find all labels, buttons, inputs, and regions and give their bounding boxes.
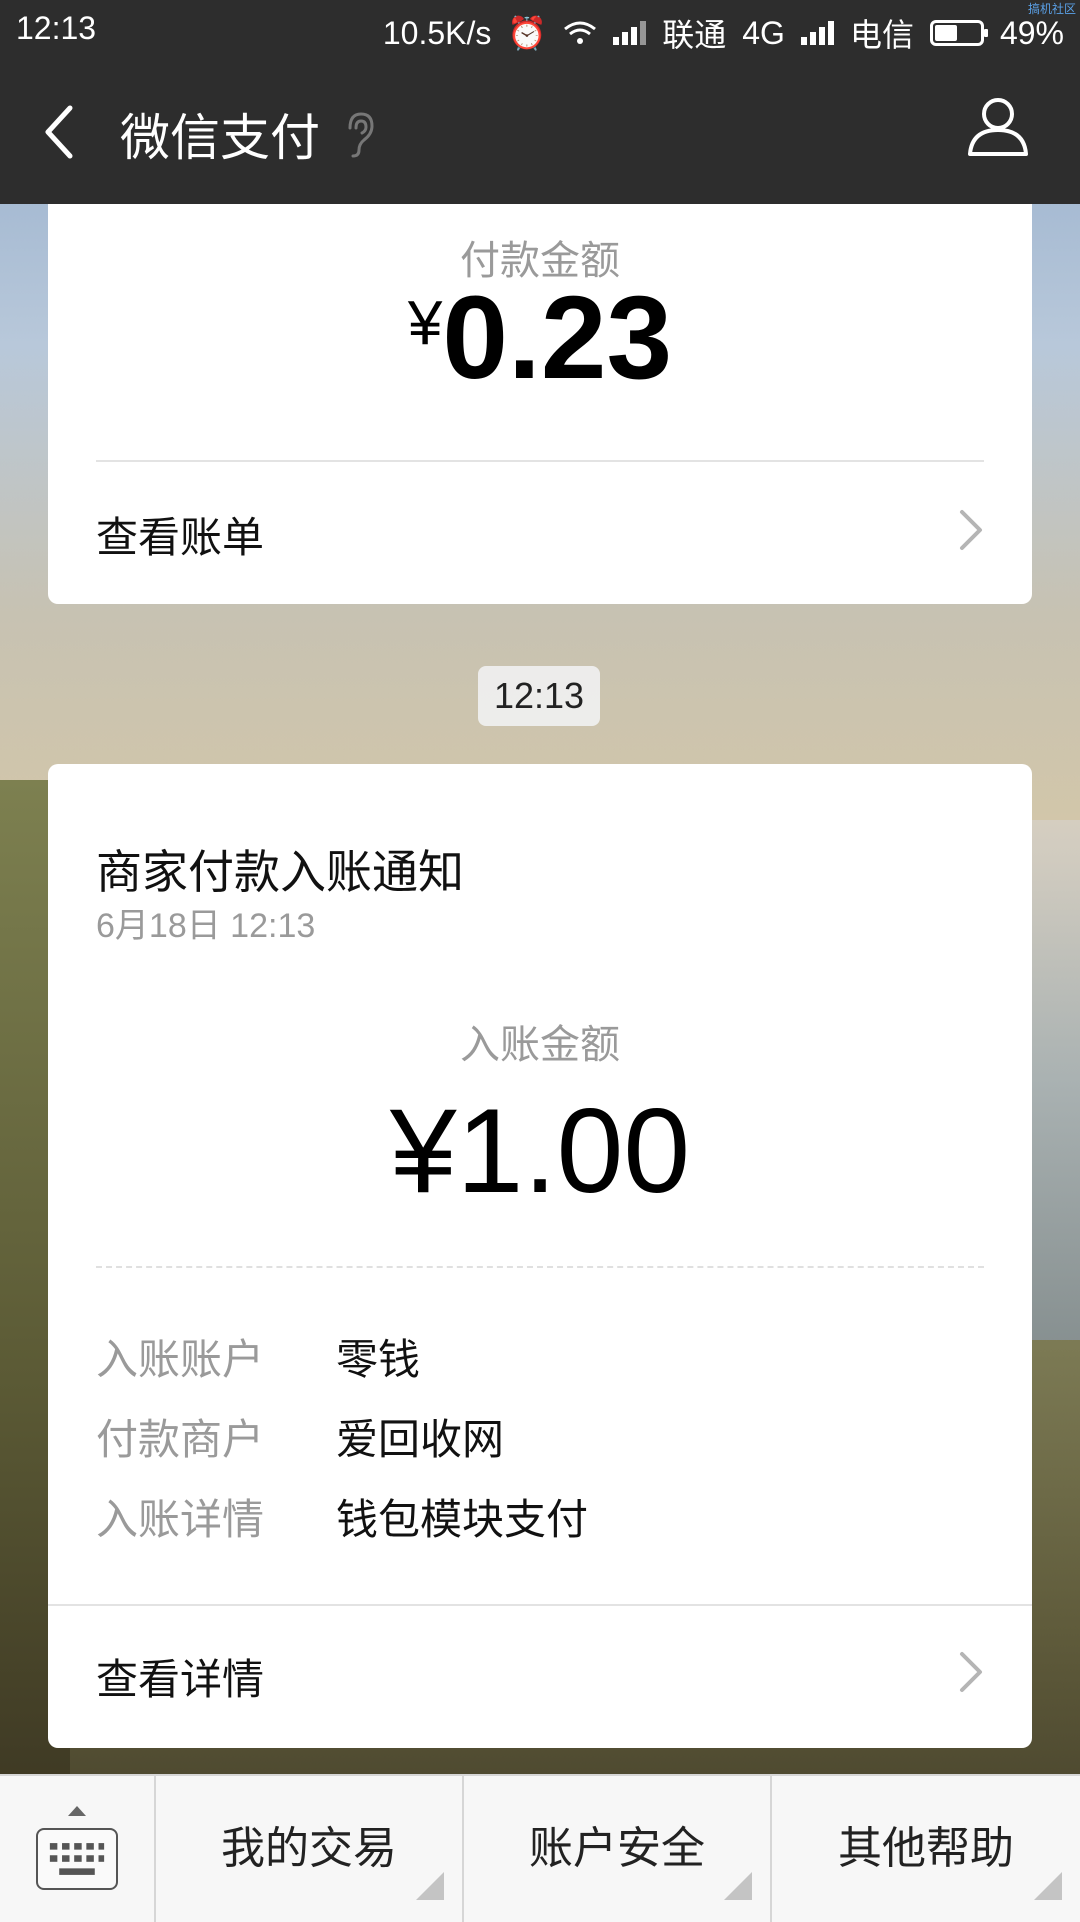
view-bill-label: 查看账单 <box>96 513 265 562</box>
battery-percent: 49% <box>999 14 1064 51</box>
back-icon[interactable] <box>40 102 80 162</box>
status-right-group: 10.5K/s ⏰ 联通 4G 电信 49% <box>383 10 1064 56</box>
notice-card: 商家付款入账通知 6月18日 12:13 入账金额 ¥1.00 入账账户 零钱 … <box>48 764 1032 1748</box>
divider <box>48 1604 1032 1606</box>
menu-label: 我的交易 <box>221 1823 397 1874</box>
watermark: 搞机社区 <box>1027 2 1076 16</box>
detail-row: 入账详情 钱包模块支付 <box>96 1486 984 1544</box>
detail-value: 钱包模块支付 <box>336 1495 589 1544</box>
detail-key: 入账账户 <box>96 1335 265 1384</box>
menu-my-transactions[interactable]: 我的交易 <box>156 1776 464 1922</box>
signal-icon-1 <box>613 21 647 45</box>
view-details-link[interactable]: 查看详情 <box>96 1646 984 1707</box>
bottom-menu-bar: 我的交易 账户安全 其他帮助 <box>0 1774 1080 1922</box>
dashed-divider <box>96 1266 984 1268</box>
carrier-2: 电信 <box>849 17 914 53</box>
payment-amount: ¥0.23 <box>48 270 1032 406</box>
nav-bar: 微信支付 <box>0 60 1080 204</box>
submenu-indicator-icon <box>724 1872 752 1900</box>
received-amount-value: ¥1.00 <box>389 1084 691 1218</box>
view-bill-link[interactable]: 查看账单 <box>96 504 984 565</box>
page-title: 微信支付 <box>120 109 320 167</box>
divider <box>96 460 984 462</box>
detail-value: 零钱 <box>336 1335 421 1384</box>
detail-row: 付款商户 爱回收网 <box>96 1406 984 1464</box>
battery-fill <box>934 25 957 41</box>
battery-icon <box>929 20 988 46</box>
received-amount-label: 入账金额 <box>460 1022 620 1068</box>
signal-icon-2 <box>800 21 834 45</box>
payment-amount-value: 0.23 <box>442 272 673 404</box>
detail-key: 入账详情 <box>96 1495 265 1544</box>
carrier-1: 联通 <box>662 17 727 53</box>
chevron-right-icon <box>960 510 982 550</box>
status-time: 12:13 <box>16 10 97 46</box>
chevron-right-icon <box>960 1652 982 1692</box>
detail-key: 付款商户 <box>96 1415 265 1464</box>
network-type: 4G <box>742 14 785 51</box>
menu-label: 其他帮助 <box>838 1823 1014 1874</box>
message-timestamp: 12:13 <box>478 666 600 726</box>
notice-title: 商家付款入账通知 <box>96 845 464 899</box>
payment-card: 付款金额 ¥0.23 查看账单 <box>48 204 1032 604</box>
currency-symbol: ¥ <box>407 289 443 358</box>
detail-value: 爱回收网 <box>336 1415 505 1464</box>
menu-other-help[interactable]: 其他帮助 <box>772 1776 1080 1922</box>
menu-account-security[interactable]: 账户安全 <box>464 1776 772 1922</box>
arrow-up-icon <box>68 1806 86 1816</box>
detail-row: 入账账户 零钱 <box>96 1326 984 1384</box>
alarm-icon: ⏰ <box>507 15 548 51</box>
submenu-indicator-icon <box>1034 1872 1062 1900</box>
notice-date: 6月18日 12:13 <box>96 907 316 945</box>
network-speed: 10.5K/s <box>382 14 492 51</box>
keyboard-toggle-button[interactable] <box>0 1776 156 1922</box>
view-details-label: 查看详情 <box>96 1655 265 1704</box>
keyboard-icon <box>36 1828 118 1890</box>
profile-icon[interactable] <box>966 94 1030 158</box>
menu-label: 账户安全 <box>529 1823 705 1874</box>
status-bar: 12:13 10.5K/s ⏰ 联通 4G 电信 49% 搞机社区 <box>0 0 1080 60</box>
wifi-icon <box>564 21 597 44</box>
submenu-indicator-icon <box>416 1872 444 1900</box>
ear-icon[interactable] <box>342 110 376 160</box>
